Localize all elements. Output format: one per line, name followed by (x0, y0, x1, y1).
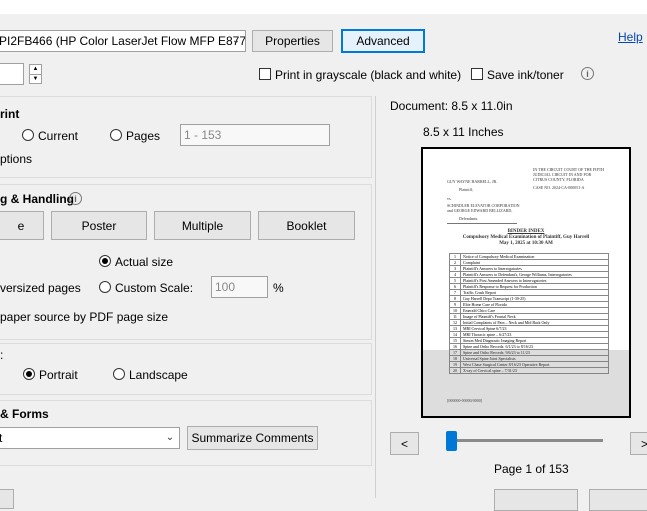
advanced-button[interactable]: Advanced (341, 29, 425, 53)
landscape-radio[interactable] (113, 368, 125, 380)
case-number: CASE NO. 2024-CA-000051-A (533, 185, 585, 190)
preview-shade (423, 350, 629, 416)
info-icon[interactable]: i (69, 192, 82, 205)
document-size-label: Document: 8.5 x 11.0in (390, 99, 513, 113)
current-label: Current (38, 129, 79, 143)
index-subtitle-1: Compulsory Medical Examination of Plaint… (462, 235, 590, 240)
custom-scale-input[interactable]: 100 (211, 276, 268, 298)
custom-scale-radio[interactable] (99, 281, 111, 293)
stepper-up-icon[interactable]: ▲ (30, 65, 41, 75)
preview-divider (375, 96, 376, 498)
multiple-button[interactable]: Multiple (154, 211, 251, 240)
poster-button[interactable]: Poster (51, 211, 147, 240)
page-slider-track[interactable] (446, 439, 603, 442)
chevron-down-icon: ⌄ (165, 432, 175, 443)
stepper-down-icon[interactable]: ▼ (30, 75, 41, 84)
current-radio[interactable] (22, 129, 34, 141)
comments-forms-title: & Forms (0, 407, 49, 421)
caption-divider (447, 223, 517, 224)
percent-label: % (273, 281, 284, 295)
info-icon[interactable]: i (581, 67, 594, 80)
comments-forms-value: t (0, 431, 2, 445)
landscape-label: Landscape (129, 368, 188, 382)
page-slider-thumb[interactable] (446, 431, 457, 451)
help-link[interactable]: Help (618, 30, 643, 44)
court-header-3: CITRUS COUNTY, FLORIDA (533, 177, 584, 182)
save-ink-label: Save ink/toner (487, 68, 564, 82)
pages-label: Pages (126, 129, 161, 143)
summarize-comments-button[interactable]: Summarize Comments (187, 426, 318, 450)
copies-input[interactable] (0, 63, 24, 85)
plaintiff-name: GUY WAYNE HARRELL, JR. (447, 179, 498, 184)
pages-radio[interactable] (110, 129, 122, 141)
top-strip (0, 0, 647, 14)
more-options-label[interactable]: ptions (0, 152, 32, 166)
prev-page-button[interactable]: < (390, 432, 419, 455)
comments-forms-select[interactable]: t ⌄ (0, 427, 180, 449)
print-button[interactable] (494, 489, 578, 511)
printer-select[interactable]: PI2FB466 (HP Color LaserJet Flow MFP E87… (0, 30, 246, 52)
sizing-panel-title: g & Handling (0, 192, 74, 206)
next-page-button[interactable]: > (630, 432, 647, 455)
grayscale-checkbox[interactable] (259, 68, 271, 80)
paper-source-label: paper source by PDF page size (0, 310, 169, 324)
portrait-radio[interactable] (23, 368, 35, 380)
save-ink-checkbox[interactable] (471, 68, 483, 80)
booklet-button[interactable]: Booklet (258, 211, 355, 240)
size-button[interactable]: e (0, 211, 44, 240)
portrait-label: Portrait (39, 368, 78, 382)
defendants-role: Defendants. (459, 216, 479, 221)
cancel-button[interactable] (589, 489, 647, 511)
orientation-title: : (0, 348, 4, 362)
plaintiff-role: Plaintiff, (459, 187, 474, 192)
custom-scale-label: Custom Scale: (115, 281, 194, 295)
pages-panel-title: rint (0, 107, 20, 121)
index-subtitle-2: May 1, 2025 at 10:30 AM (499, 241, 553, 246)
properties-button[interactable]: Properties (252, 30, 333, 52)
index-title: BINDER INDEX (507, 229, 545, 234)
oversized-label: versized pages (0, 281, 81, 295)
actual-size-radio[interactable] (99, 255, 111, 267)
actual-size-label: Actual size (115, 255, 174, 269)
chevron-down-icon: ⌄ (231, 35, 241, 46)
copies-stepper[interactable]: ▲ ▼ (29, 64, 42, 84)
printer-select-value: PI2FB466 (HP Color LaserJet Flow MFP E87… (0, 34, 246, 48)
grayscale-label: Print in grayscale (black and white) (275, 68, 462, 82)
versus: vs. (447, 196, 452, 201)
paper-size-label: 8.5 x 11 Inches (423, 125, 504, 139)
page-setup-button[interactable] (0, 489, 14, 509)
pages-range-input[interactable]: 1 - 153 (180, 124, 330, 146)
defendant-2: and GEORGE EDWARD BELLIZARD, (447, 208, 513, 213)
page-counter: Page 1 of 153 (494, 462, 569, 476)
page-preview: IN THE CIRCUIT COURT OF THE FIFTH JUDICI… (421, 147, 631, 418)
